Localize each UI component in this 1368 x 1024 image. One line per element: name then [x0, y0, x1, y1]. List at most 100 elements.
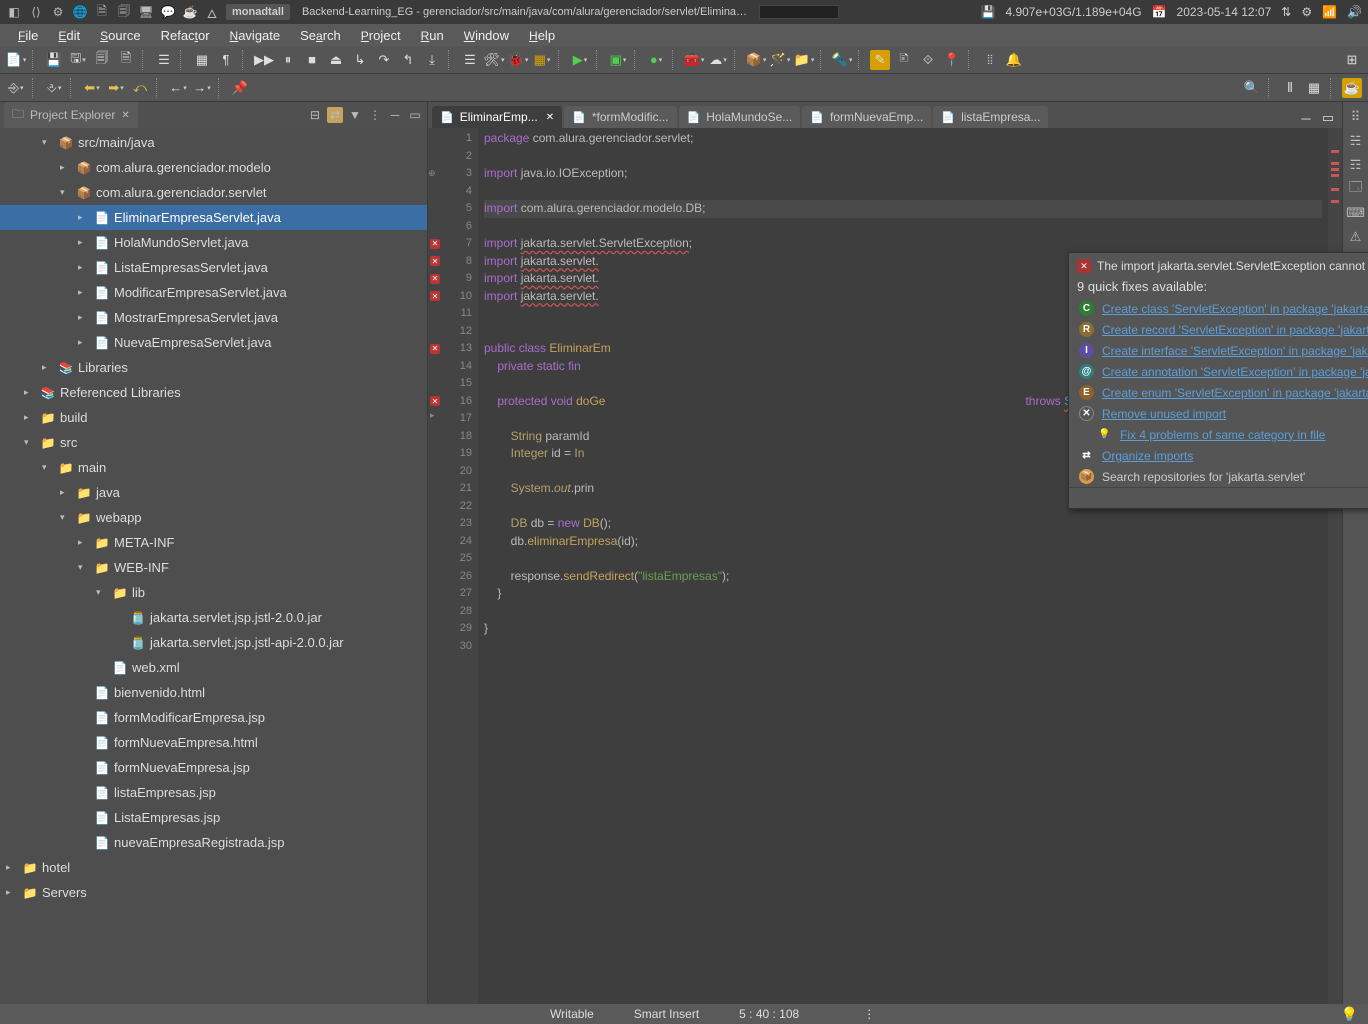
save-all-button[interactable]: 🖫▾	[68, 50, 88, 70]
menu-edit[interactable]: Edit	[50, 28, 88, 43]
chevron-icon[interactable]: ▸	[78, 237, 90, 248]
chevron-icon[interactable]: ▸	[78, 287, 90, 298]
chevron-icon[interactable]: ▸	[60, 487, 72, 498]
tree-item[interactable]: ▸📄NuevaEmpresaServlet.java	[0, 330, 427, 355]
last-edit-button[interactable]: ⤺	[130, 78, 150, 98]
chevron-icon[interactable]: ▸	[78, 312, 90, 323]
tree-item[interactable]: ▸📄ListaEmpresasServlet.java	[0, 255, 427, 280]
tree-item[interactable]: ▸📚Libraries	[0, 355, 427, 380]
chevron-icon[interactable]: ▸	[24, 412, 36, 423]
run-server-button[interactable]: ▣▾	[608, 50, 628, 70]
chevron-icon[interactable]: ▾	[78, 562, 90, 573]
terminal-trim-icon[interactable]: ⌨	[1347, 204, 1365, 222]
tree-item[interactable]: 📄bienvenido.html	[0, 680, 427, 705]
tree-item[interactable]: ▾📦com.alura.gerenciador.servlet	[0, 180, 427, 205]
collapse-all-icon[interactable]: ⊟	[307, 107, 323, 123]
tree-item[interactable]: ▾📁WEB-INF	[0, 555, 427, 580]
close-icon[interactable]: ✕	[121, 110, 129, 121]
drop-frame-icon[interactable]: ⤓	[422, 50, 442, 70]
app-icon[interactable]: ⚙	[50, 4, 66, 20]
tree-item[interactable]: 🫙jakarta.servlet.jsp.jstl-api-2.0.0.jar	[0, 630, 427, 655]
class-new-button[interactable]: ⎆▾	[6, 78, 26, 98]
tree-item[interactable]: ▾📁lib	[0, 580, 427, 605]
editor-tab[interactable]: 📄*formModific...	[564, 106, 676, 128]
app-icon[interactable]: 💬	[160, 4, 176, 20]
chevron-icon[interactable]: ▸	[78, 337, 90, 348]
editor-maximize-icon[interactable]: ▭	[1318, 108, 1338, 128]
menu-run[interactable]: Run	[413, 28, 452, 43]
columns-icon[interactable]: ⦙⦙	[980, 50, 1000, 70]
servers-trim-icon[interactable]: 🗔	[1347, 180, 1365, 198]
tree-item[interactable]: ▾📁main	[0, 455, 427, 480]
resume-icon[interactable]: ▶▶	[254, 50, 274, 70]
editor-tab[interactable]: 📄HolaMundoSe...	[679, 106, 801, 128]
chevron-icon[interactable]: ▸	[42, 362, 54, 373]
menu-refactor[interactable]: Refactor	[153, 28, 218, 43]
menu-file[interactable]: File	[10, 28, 46, 43]
tree-item[interactable]: ▾📦src/main/java	[0, 130, 427, 155]
editor-tab[interactable]: 📄EliminarEmp...✕	[432, 106, 562, 128]
tree-item[interactable]: ▸📁build	[0, 405, 427, 430]
tree-item[interactable]: 📄nuevaEmpresaRegistrada.jsp	[0, 830, 427, 855]
app-icon[interactable]: ☕	[182, 4, 198, 20]
nav-fwd-button[interactable]: ➡▾	[106, 78, 126, 98]
menu-search[interactable]: Search	[292, 28, 349, 43]
filter-icon[interactable]: ▼	[347, 107, 363, 123]
quickfix-label[interactable]: Create record 'ServletException' in pack…	[1102, 323, 1368, 337]
tree-item[interactable]: ▾📁src	[0, 430, 427, 455]
problems-trim-icon[interactable]: ⚠	[1347, 228, 1365, 246]
quickfix-item[interactable]: @Create annotation 'ServletException' in…	[1069, 361, 1368, 382]
tree-item[interactable]: 📄formModificarEmpresa.jsp	[0, 705, 427, 730]
quickfix-label[interactable]: Create enum 'ServletException' in packag…	[1102, 386, 1368, 400]
quickfix-label[interactable]: Search repositories for 'jakarta.servlet…	[1102, 470, 1305, 484]
project-explorer-tab[interactable]: 🗀 Project Explorer ✕	[4, 102, 138, 129]
tree-item[interactable]: 📄web.xml	[0, 655, 427, 680]
chevron-icon[interactable]: ▸	[60, 162, 72, 173]
tree-item[interactable]: ▸📄MostrarEmpresaServlet.java	[0, 305, 427, 330]
chevron-icon[interactable]: ▾	[42, 462, 54, 473]
tree-item[interactable]: ▸📄EliminarEmpresaServlet.java	[0, 205, 427, 230]
app-icon[interactable]: 🌐	[72, 4, 88, 20]
tree-item[interactable]: ▸📁META-INF	[0, 530, 427, 555]
debug-bug-icon[interactable]: 🐞▾	[508, 50, 528, 70]
quickfix-item[interactable]: 📦Search repositories for 'jakarta.servle…	[1069, 466, 1368, 487]
search-button[interactable]: 🔦▾	[832, 50, 852, 70]
mark-occurrences-button[interactable]: ✎	[870, 50, 890, 70]
disconnect-icon[interactable]: ⏏	[326, 50, 346, 70]
maximize-icon[interactable]: ▭	[407, 107, 423, 123]
view-menu-icon[interactable]: ⋮	[367, 107, 383, 123]
menu-navigate[interactable]: Navigate	[222, 28, 289, 43]
pause-icon[interactable]: ⏸	[278, 50, 298, 70]
eclipse-icon[interactable]: ◧	[6, 4, 22, 20]
save-as-button[interactable]: 🗐	[92, 50, 112, 70]
chevron-icon[interactable]: ▾	[24, 437, 36, 448]
step-into-icon[interactable]: ↳	[350, 50, 370, 70]
quickfix-item[interactable]: 💡Fix 4 problems of same category in file	[1069, 424, 1368, 445]
new-button[interactable]: 📄▾	[6, 50, 26, 70]
chevron-icon[interactable]: ▸	[78, 212, 90, 223]
chevron-icon[interactable]: ▸	[78, 262, 90, 273]
external-tools-button[interactable]: 🧰▾	[684, 50, 704, 70]
terminate-icon[interactable]: ■	[302, 50, 322, 70]
settings-icon[interactable]: ⦀	[1280, 78, 1300, 98]
switch-editor-button[interactable]: ☰	[154, 50, 174, 70]
tree-item[interactable]: 📄formNuevaEmpresa.jsp	[0, 755, 427, 780]
tree-item[interactable]: ▸📁Servers	[0, 880, 427, 905]
step-return-icon[interactable]: ↰	[398, 50, 418, 70]
new-pkg-button[interactable]: 📦▾	[746, 50, 766, 70]
quickfix-label[interactable]: Create annotation 'ServletException' in …	[1102, 365, 1368, 379]
new-server-icon[interactable]: ☁▾	[708, 50, 728, 70]
chevron-icon[interactable]: ▸	[6, 887, 18, 898]
minimize-icon[interactable]: ─	[387, 107, 403, 123]
tree-item[interactable]: ▸📦com.alura.gerenciador.modelo	[0, 155, 427, 180]
new-folder-button[interactable]: 📁▾	[794, 50, 814, 70]
coverage-icon[interactable]: ▦▾	[532, 50, 552, 70]
quickfix-label[interactable]: Organize imports	[1102, 449, 1193, 463]
app-icon[interactable]: 🖥	[138, 4, 154, 20]
menu-project[interactable]: Project	[353, 28, 409, 43]
new-wand-button[interactable]: 🪄▾	[770, 50, 790, 70]
chevron-icon[interactable]: ▾	[42, 137, 54, 148]
outline-trim-icon[interactable]: ☵	[1347, 132, 1365, 150]
tree-item[interactable]: ▸📚Referenced Libraries	[0, 380, 427, 405]
quickfix-label[interactable]: Remove unused import	[1102, 407, 1226, 421]
